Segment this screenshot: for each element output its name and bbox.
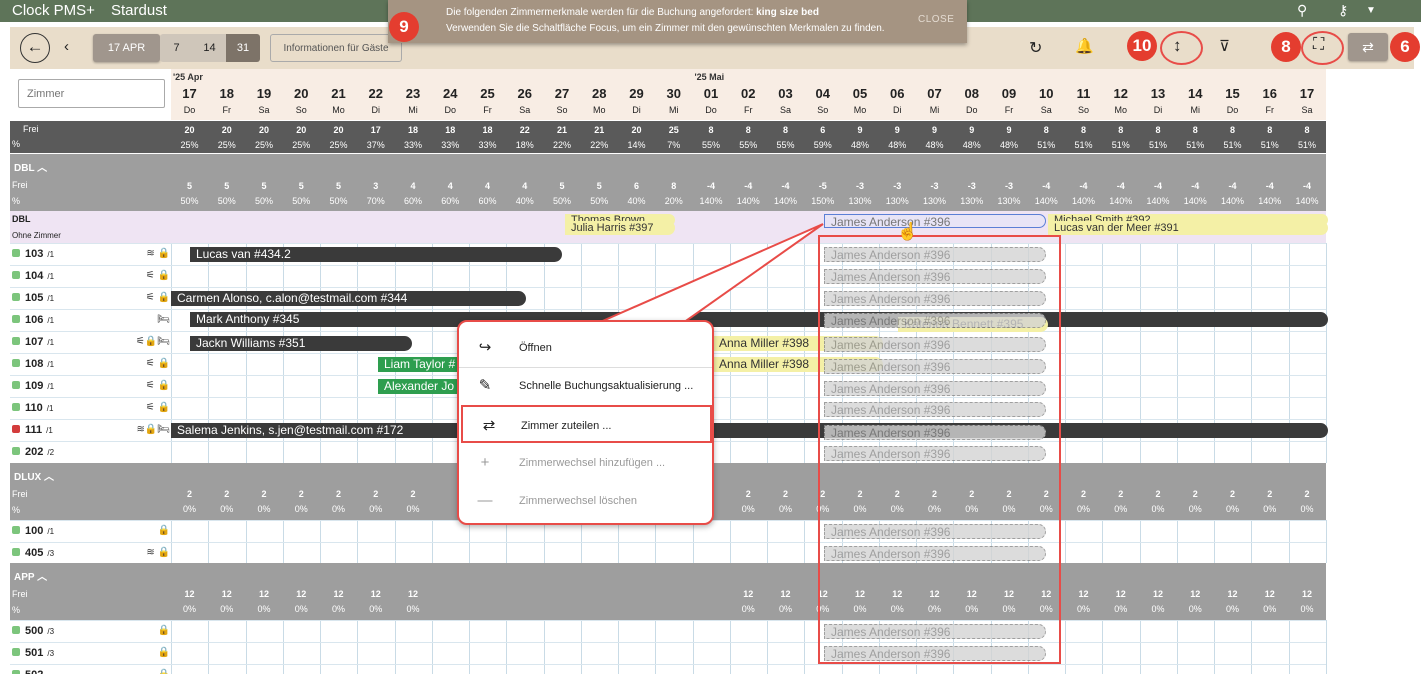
plus-icon: +: [480, 454, 490, 471]
menu-delete-room-change[interactable]: — Zimmerwechsel löschen: [459, 482, 712, 520]
app-root: Clock PMS+ Stardust ⚲ ⚷ ▼ ← ‹ 17 APR 7 1…: [0, 0, 1421, 674]
context-menu: ↪ Öffnen ✎ Schnelle Buchungsaktualisierung…: [457, 320, 714, 525]
menu-add-room-change[interactable]: + Zimmerwechsel hinzufügen ...: [459, 444, 712, 482]
minus-icon: —: [477, 492, 493, 509]
assign-icon: ⇄: [482, 417, 496, 434]
menu-quick-update[interactable]: ✎ Schnelle Buchungsaktualisierung ...: [459, 367, 712, 405]
menu-assign-room[interactable]: ⇄ Zimmer zuteilen ...: [461, 405, 712, 443]
open-icon: ↪: [478, 339, 492, 356]
cursor-icon: ☝: [897, 222, 919, 241]
menu-open[interactable]: ↪ Öffnen: [459, 329, 712, 367]
pencil-icon: ✎: [478, 377, 492, 394]
